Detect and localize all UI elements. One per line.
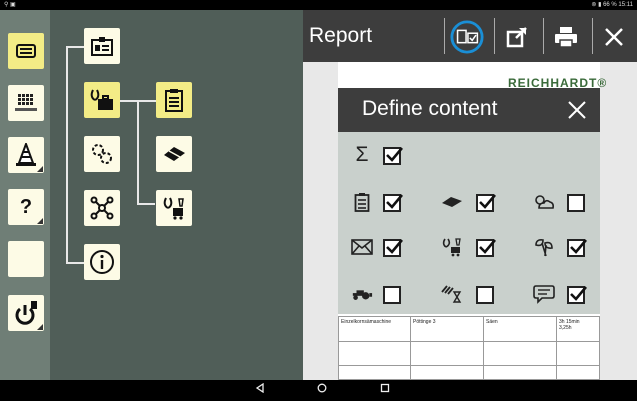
report-header: Report: [303, 10, 637, 62]
recents-square-icon: [380, 383, 390, 393]
mail-icon: [351, 236, 373, 258]
node-network[interactable]: [84, 190, 120, 226]
crop-treatment-icon: [163, 197, 184, 220]
submenu-corner: [37, 218, 43, 224]
reichhardt-button[interactable]: [8, 85, 44, 121]
tree-line: [137, 100, 139, 204]
clipboard-list-icon: [351, 191, 373, 213]
weather-icon: [533, 191, 555, 213]
submenu-corner: [37, 166, 43, 172]
node-info[interactable]: [84, 244, 120, 280]
node-profile[interactable]: [84, 28, 120, 64]
status-left: ⚲ ▣: [4, 2, 16, 8]
network-icon: [90, 196, 114, 220]
define-content-dialog: Define content Σ: [338, 88, 600, 314]
sum-icon: Σ: [355, 143, 369, 166]
reichhardt-logo-icon: [15, 94, 37, 111]
submenu-corner: [37, 324, 43, 330]
field-icon: [441, 191, 463, 213]
id-card-icon: [91, 37, 113, 56]
status-bar: ⚲ ▣ ⊚ ▮ 66 % 15:11: [0, 0, 637, 10]
tree-line: [66, 46, 68, 263]
field-icon: [164, 147, 185, 161]
plant-icon: [533, 236, 555, 258]
toolbar-separator: [592, 18, 593, 54]
crop-treatment-icon: [441, 236, 463, 258]
report-table: Einzelkornsämaschine Pöttinge 3 Säen 3h …: [338, 316, 600, 380]
print-button[interactable]: [549, 20, 583, 54]
close-report-button[interactable]: [597, 20, 631, 54]
close-icon: [605, 28, 623, 46]
nav-back-button[interactable]: [250, 382, 270, 399]
table-cell: [483, 365, 557, 380]
node-report[interactable]: [156, 82, 192, 118]
sidebar: ?: [0, 10, 50, 380]
table-cell: [410, 365, 484, 380]
back-triangle-icon: [255, 382, 264, 394]
plant-checkbox[interactable]: [567, 239, 587, 257]
define-content-button[interactable]: [450, 20, 484, 54]
table-cell: [338, 365, 411, 380]
tree-line: [137, 203, 155, 205]
toolbar-separator: [543, 18, 544, 54]
power-trash-icon: [15, 301, 37, 325]
mail-checkbox[interactable]: [383, 239, 403, 257]
table-cell: Einzelkornsämaschine: [338, 316, 411, 342]
nav-recents-button[interactable]: [375, 382, 395, 399]
cone-button[interactable]: [8, 137, 44, 173]
table-cell: [556, 341, 600, 366]
table-cell: [338, 341, 411, 366]
close-dialog-button[interactable]: [567, 100, 587, 120]
field-checkbox[interactable]: [476, 194, 496, 212]
tree-line: [66, 262, 84, 264]
report-icon: [16, 44, 36, 58]
table-cell: Pöttinge 3: [410, 316, 484, 342]
node-fields[interactable]: [156, 136, 192, 172]
sum-checkbox[interactable]: [383, 147, 403, 165]
question-icon: ?: [19, 195, 33, 218]
comment-icon: [533, 283, 555, 305]
tree-line: [66, 46, 84, 48]
table-cell: [410, 341, 484, 366]
traffic-cone-icon: [16, 143, 36, 166]
home-circle-icon: [317, 383, 327, 393]
define-content-icon: [450, 20, 484, 54]
table-cell: [556, 365, 600, 380]
time-field-icon: [441, 283, 463, 305]
export-button[interactable]: [500, 20, 534, 54]
gears-icon: [92, 144, 112, 164]
clipboard-list-icon: [165, 89, 183, 112]
nav-home-button[interactable]: [312, 382, 332, 399]
weather-checkbox[interactable]: [567, 194, 585, 212]
node-settings[interactable]: [84, 136, 120, 172]
node-operations[interactable]: [84, 82, 120, 118]
print-icon: [555, 27, 577, 48]
help-button[interactable]: ?: [8, 189, 44, 225]
table-cell: 3h 15min 3,25h: [556, 316, 600, 342]
toolbar-separator: [494, 18, 495, 54]
info-icon: [90, 250, 114, 274]
tractor-icon: [351, 283, 373, 305]
dialog-title: Define content: [362, 97, 498, 120]
dialog-header: Define content: [338, 88, 600, 132]
node-treatment[interactable]: [156, 190, 192, 226]
toolbar-separator: [444, 18, 445, 54]
comment-checkbox[interactable]: [567, 286, 587, 304]
power-button[interactable]: [8, 295, 44, 331]
status-right: ⊚ ▮ 66 % 15:11: [591, 2, 633, 8]
report-button[interactable]: [8, 33, 44, 69]
table-cell: [483, 341, 557, 366]
export-icon: [506, 27, 527, 48]
farm-briefcase-icon: [90, 89, 113, 110]
table-cell: Säen: [483, 316, 557, 342]
treatment-checkbox[interactable]: [476, 239, 496, 257]
menu-tree: [50, 10, 303, 380]
time-checkbox[interactable]: [476, 286, 494, 304]
report-title: Report: [309, 24, 373, 47]
clipboard-checkbox[interactable]: [383, 194, 403, 212]
close-icon: [568, 101, 586, 119]
empty-button[interactable]: [8, 241, 44, 277]
system-nav-bar: [0, 380, 637, 401]
tractor-checkbox[interactable]: [383, 286, 401, 304]
